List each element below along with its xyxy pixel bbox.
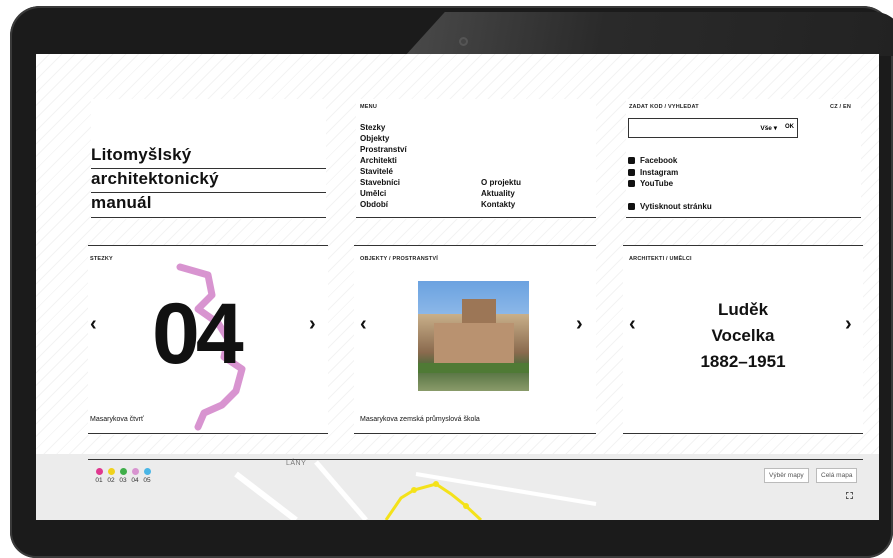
architect-name[interactable]: Luděk Vocelka 1882–1951: [663, 297, 823, 375]
fullscreen-icon[interactable]: [846, 492, 853, 499]
print-icon: [628, 203, 635, 211]
menu-item-stezky[interactable]: Stezky: [360, 122, 407, 133]
legend-dot-01: [95, 468, 103, 475]
full-map-button[interactable]: Celá mapa: [816, 468, 858, 483]
site-title-line-3[interactable]: manuál: [91, 193, 152, 213]
social-links: Facebook Instagram YouTube: [628, 155, 678, 190]
search-filter-dropdown[interactable]: Vše ▾: [760, 124, 777, 132]
search-input[interactable]: Vše ▾ OK: [628, 118, 798, 138]
objekty-prev-arrow[interactable]: ‹: [360, 313, 367, 336]
map-road-1: [234, 471, 298, 520]
menu-item-objekty[interactable]: Objekty: [360, 133, 407, 144]
legend-dot-03: [119, 468, 127, 475]
legend-dot-02: [107, 468, 115, 475]
architect-last-name: Vocelka: [711, 326, 775, 345]
architect-years: 1882–1951: [700, 352, 786, 371]
menu-rule: [356, 217, 596, 218]
stezky-bottom-rule: [88, 433, 328, 434]
legend-dot-04: [131, 468, 139, 475]
building-photo[interactable]: [418, 281, 529, 391]
map-route: [384, 482, 483, 520]
legend-item-05[interactable]: 05: [142, 468, 152, 484]
architect-first-name: Luděk: [717, 300, 769, 319]
legend-item-03[interactable]: 03: [118, 468, 128, 484]
objekty-panel: OBJEKTY / PROSTRANSTVÍ ‹ › Masarykova ze…: [354, 245, 596, 435]
facebook-label: Facebook: [640, 156, 678, 165]
youtube-link[interactable]: YouTube: [628, 178, 678, 190]
stezky-label: STEZKY: [90, 256, 113, 262]
legend-dot-05: [143, 468, 151, 475]
architekti-prev-arrow[interactable]: ‹: [629, 313, 636, 336]
web-page: Litomyšlský architektonický manuál MENU …: [36, 54, 879, 520]
site-title-line-2[interactable]: architektonický: [91, 169, 219, 189]
instagram-label: Instagram: [640, 167, 679, 177]
site-title-line-1[interactable]: Litomyšlský: [91, 145, 191, 165]
map-graphics: [234, 460, 597, 520]
menu-column: MENU Stezky Objekty Prostranství Archite…: [356, 99, 596, 219]
map-stop: [433, 481, 439, 487]
stezky-next-arrow[interactable]: ›: [309, 313, 316, 336]
menu-label: MENU: [360, 104, 377, 110]
instagram-link[interactable]: Instagram: [628, 167, 678, 179]
title-column: Litomyšlský architektonický manuál: [91, 99, 326, 219]
print-link[interactable]: Vytisknout stránku: [628, 201, 712, 213]
legend-item-01[interactable]: 01: [94, 468, 104, 484]
menu-item-kontakty[interactable]: Kontakty: [481, 199, 521, 210]
menu-item-o-projektu[interactable]: O projektu: [481, 177, 521, 188]
map-place-label: LÁNY: [286, 460, 307, 467]
objekty-label: OBJEKTY / PROSTRANSTVÍ: [360, 256, 438, 262]
objekty-next-arrow[interactable]: ›: [576, 313, 583, 336]
menu-item-umelci[interactable]: Umělci: [360, 188, 407, 199]
print-label: Vytisknout stránku: [640, 202, 712, 211]
stezky-caption[interactable]: Masarykova čtvrť: [90, 416, 144, 423]
search-ok-button[interactable]: OK: [785, 124, 794, 130]
title-rule-3: [91, 217, 326, 218]
objekty-bottom-rule: [354, 433, 596, 434]
search-column: ZADAT KOD / VYHLEDAT CZ / EN Vše ▾ OK Fa…: [626, 99, 861, 219]
menu-right: O projektu Aktuality Kontakty: [481, 177, 521, 210]
camera-icon: [459, 37, 468, 46]
facebook-icon: [628, 157, 635, 165]
youtube-label: YouTube: [640, 179, 674, 188]
menu-item-stavebnici[interactable]: Stavebníci: [360, 177, 407, 188]
building-hedge: [418, 363, 529, 373]
menu-item-stavitele[interactable]: Stavitelé: [360, 166, 407, 177]
architekti-label: ARCHITEKTI / UMĚLCI: [629, 256, 692, 262]
objekty-top-rule: [354, 245, 596, 246]
stezky-panel: STEZKY 04 ‹ › Masarykova čtvrť: [88, 245, 328, 435]
select-map-button[interactable]: Výběr mapy: [764, 468, 809, 483]
building-wing: [434, 323, 514, 363]
search-rule: [626, 217, 861, 218]
search-label: ZADAT KOD / VYHLEDAT: [629, 104, 699, 110]
youtube-icon: [628, 180, 635, 188]
map-road-2: [314, 460, 368, 520]
language-switch[interactable]: CZ / EN: [830, 104, 851, 110]
menu-item-architekti[interactable]: Architekti: [360, 155, 407, 166]
instagram-icon: [628, 168, 635, 176]
legend-item-04[interactable]: 04: [130, 468, 140, 484]
stezky-top-rule: [88, 245, 328, 246]
architekti-next-arrow[interactable]: ›: [845, 313, 852, 336]
architekti-top-rule: [623, 245, 863, 246]
map-stop: [411, 487, 417, 493]
objekty-caption[interactable]: Masarykova zemská průmyslová škola: [360, 416, 480, 423]
map-area[interactable]: LÁNY 01 02 03 04 05 Výběr mapy Celá mapa: [36, 454, 879, 520]
map-legend: 01 02 03 04 05: [94, 468, 152, 484]
menu-item-aktuality[interactable]: Aktuality: [481, 188, 521, 199]
legend-item-02[interactable]: 02: [106, 468, 116, 484]
stezky-prev-arrow[interactable]: ‹: [90, 313, 97, 336]
menu-left: Stezky Objekty Prostranství Architekti S…: [360, 122, 407, 210]
menu-item-obdobi[interactable]: Období: [360, 199, 407, 210]
menu-item-prostranstvi[interactable]: Prostranství: [360, 144, 407, 155]
architekti-panel: ARCHITEKTI / UMĚLCI Luděk Vocelka 1882–1…: [623, 245, 863, 435]
architekti-bottom-rule: [623, 433, 863, 434]
stezky-number: 04: [152, 286, 244, 382]
frame-glare: [405, 12, 893, 56]
facebook-link[interactable]: Facebook: [628, 155, 678, 167]
map-stop: [463, 503, 469, 509]
